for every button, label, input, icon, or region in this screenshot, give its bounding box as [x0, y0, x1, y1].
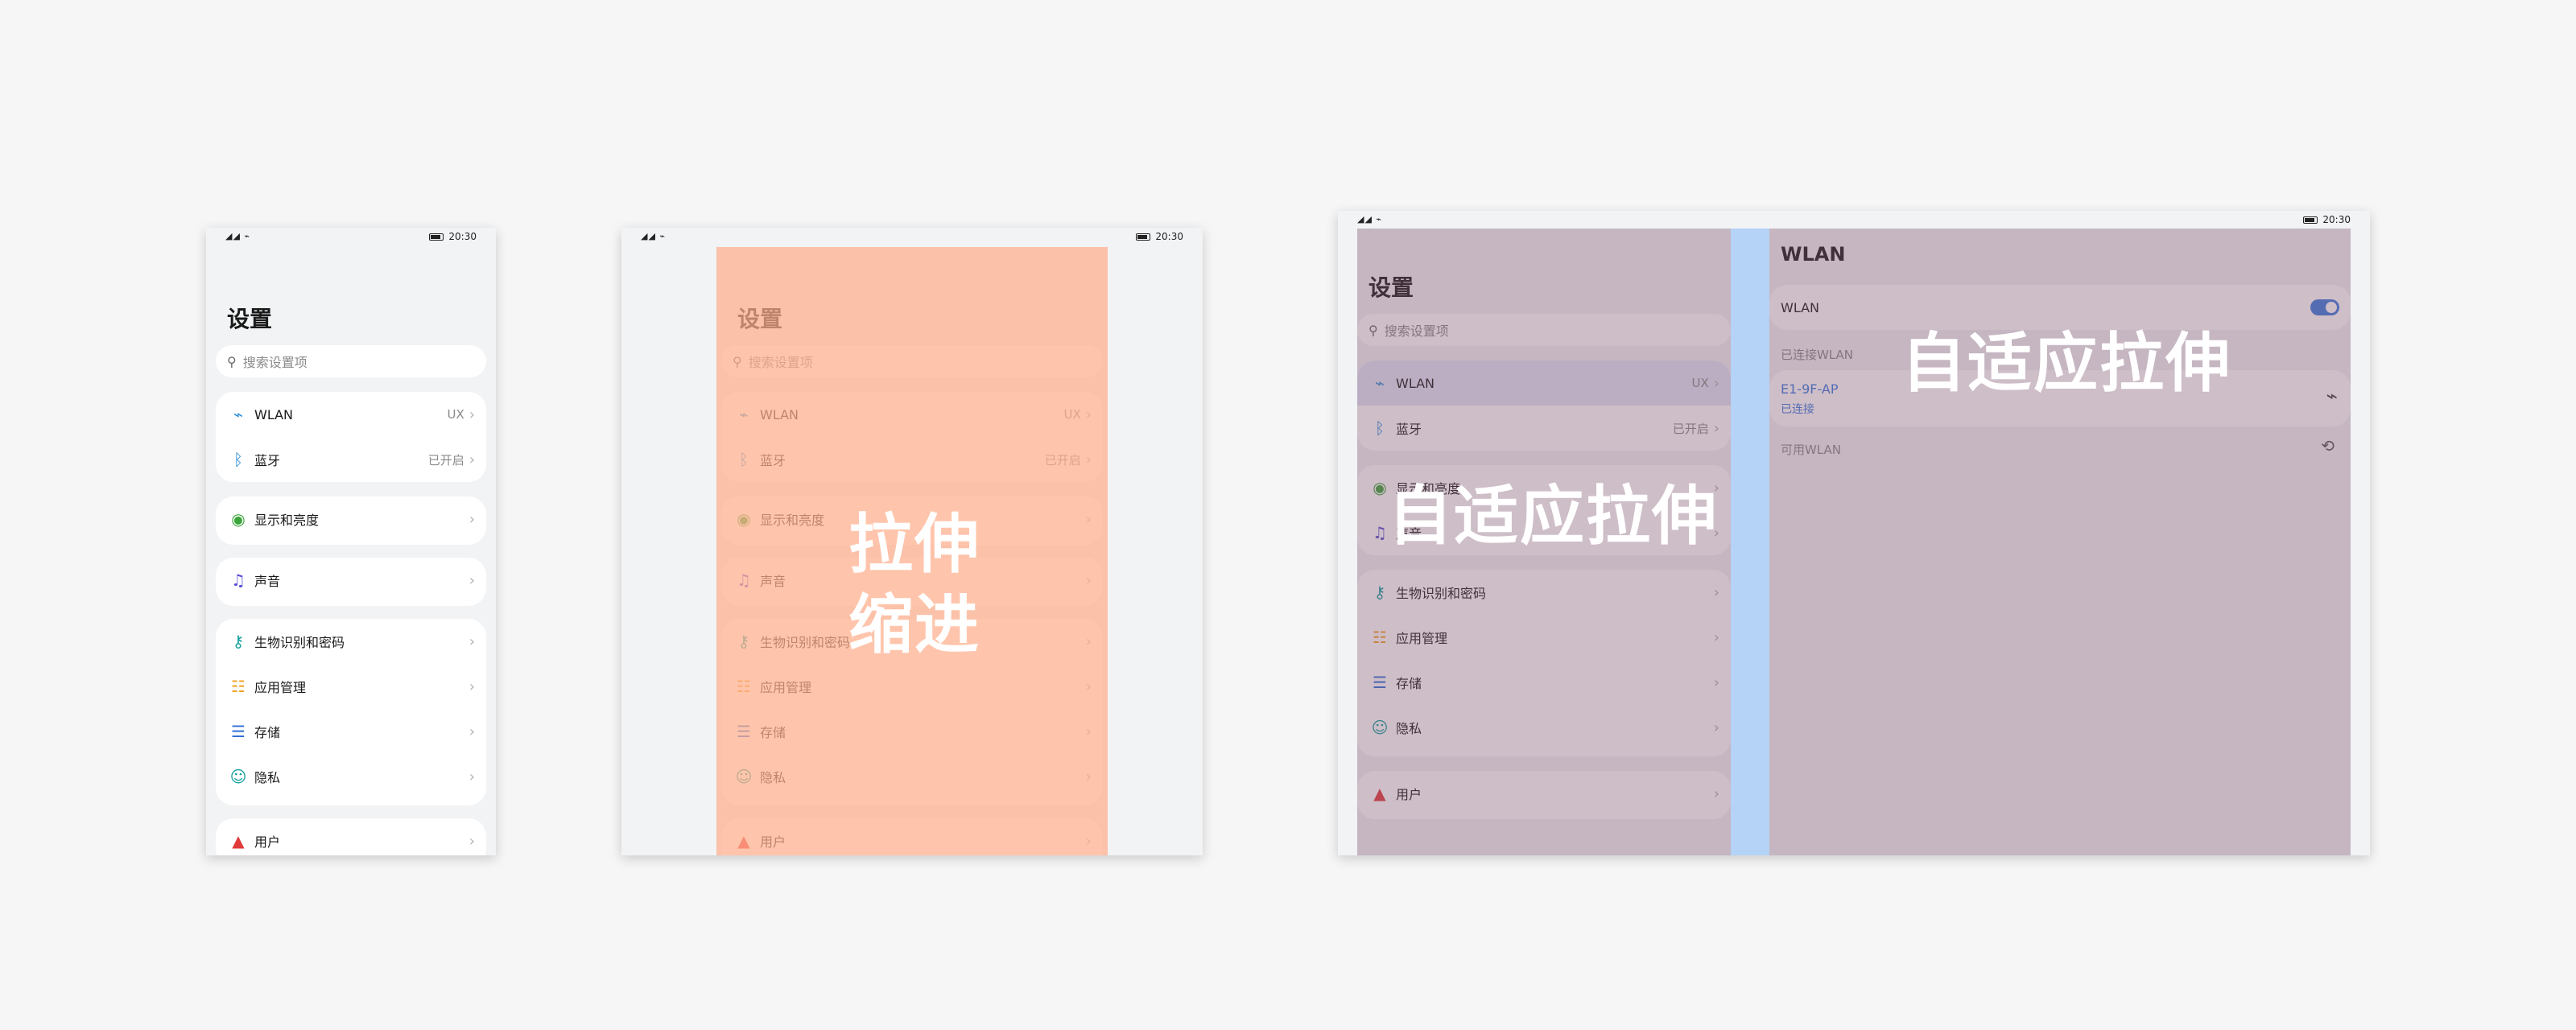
chevron-right-icon: › [469, 632, 475, 650]
card-user: ▲用户› [216, 818, 486, 855]
storage-icon: ☰ [231, 722, 246, 741]
chevron-right-icon: › [469, 678, 475, 695]
foldable-device: ◢◢ ⌁ 20:30 设置 ⚲ 搜索设置项 ⌁WLANUX› ᛒ蓝牙已开启› ◉… [621, 228, 1203, 855]
phone-device: ◢◢ ⌁ 20:30 设置 ⚲ 搜索设置项 ⌁ WLAN UX › ᛒ 蓝牙 已开启 › ◉… [206, 228, 496, 855]
signal-icon: ◢◢ ⌁ [641, 231, 667, 241]
chevron-right-icon: › [469, 832, 475, 850]
bluetooth-icon: ᛒ [233, 450, 243, 469]
search-input[interactable]: ⚲ 搜索设置项 [216, 345, 486, 377]
battery-icon [429, 233, 444, 241]
settings-item-privacy[interactable]: ☺隐私› [216, 754, 486, 799]
settings-item-sound[interactable]: ♫声音› [216, 558, 486, 603]
divider-overlay [1731, 229, 1769, 855]
apps-icon: ☷ [231, 677, 246, 696]
chevron-right-icon: › [469, 723, 475, 740]
chevron-right-icon: › [469, 571, 475, 589]
signal-icon: ◢◢ ⌁ [1357, 214, 1383, 225]
wifi-icon: ⌁ [233, 405, 244, 424]
status-time: 20:30 [2322, 214, 2351, 225]
search-icon: ⚲ [227, 353, 237, 369]
user-icon: ▲ [232, 831, 245, 851]
card-sound: ♫声音› [216, 558, 486, 606]
settings-item-bluetooth[interactable]: ᛒ蓝牙已开启› [216, 437, 486, 482]
card-network: ⌁WLANUX› ᛒ蓝牙已开启› [216, 392, 486, 482]
battery-icon [1136, 233, 1151, 241]
search-placeholder: 搜索设置项 [242, 355, 308, 370]
status-bar: ◢◢ ⌁ 20:30 [206, 228, 496, 245]
caption-stretch: 拉伸 [848, 507, 980, 582]
settings-item-wlan[interactable]: ⌁WLANUX› [216, 392, 486, 437]
page-title: 设置 [227, 306, 273, 332]
status-bar: ◢◢ ⌁ 20:30 [1338, 211, 2370, 229]
adaptive-overlay-right [1769, 229, 2351, 855]
chevron-right-icon: › [469, 768, 475, 785]
chevron-right-icon: › [469, 510, 475, 528]
privacy-icon: ☺ [229, 767, 247, 786]
settings-item-storage[interactable]: ☰存储› [216, 709, 486, 754]
card-system: ⚷生物识别和密码› ☷应用管理› ☰存储› ☺隐私› [216, 619, 486, 805]
status-time: 20:30 [1155, 231, 1183, 242]
signal-icon: ◢◢ ⌁ [225, 231, 251, 241]
eye-icon: ◉ [231, 509, 246, 529]
tablet-device: ◢◢ ⌁ 20:30 设置 ⚲ 搜索设置项 ⌁ WLAN UX › ᛒ 蓝牙 已开启 › ◉… [1338, 211, 2370, 855]
chevron-right-icon: › [469, 406, 475, 423]
settings-item-display[interactable]: ◉显示和亮度› [216, 496, 486, 542]
caption-adaptive-right: 自适应拉伸 [1901, 326, 2231, 401]
caption-indent: 缩进 [848, 587, 980, 662]
key-icon: ⚷ [232, 632, 245, 651]
settings-item-apps[interactable]: ☷应用管理› [216, 664, 486, 709]
speaker-icon: ♫ [231, 571, 246, 590]
caption-adaptive-left: 自适应拉伸 [1388, 479, 1718, 554]
chevron-right-icon: › [469, 451, 475, 468]
battery-icon [2303, 216, 2318, 224]
status-time: 20:30 [448, 231, 477, 242]
card-display: ◉显示和亮度› [216, 496, 486, 545]
settings-item-biometrics[interactable]: ⚷生物识别和密码› [216, 619, 486, 664]
settings-item-user[interactable]: ▲用户› [216, 818, 486, 855]
